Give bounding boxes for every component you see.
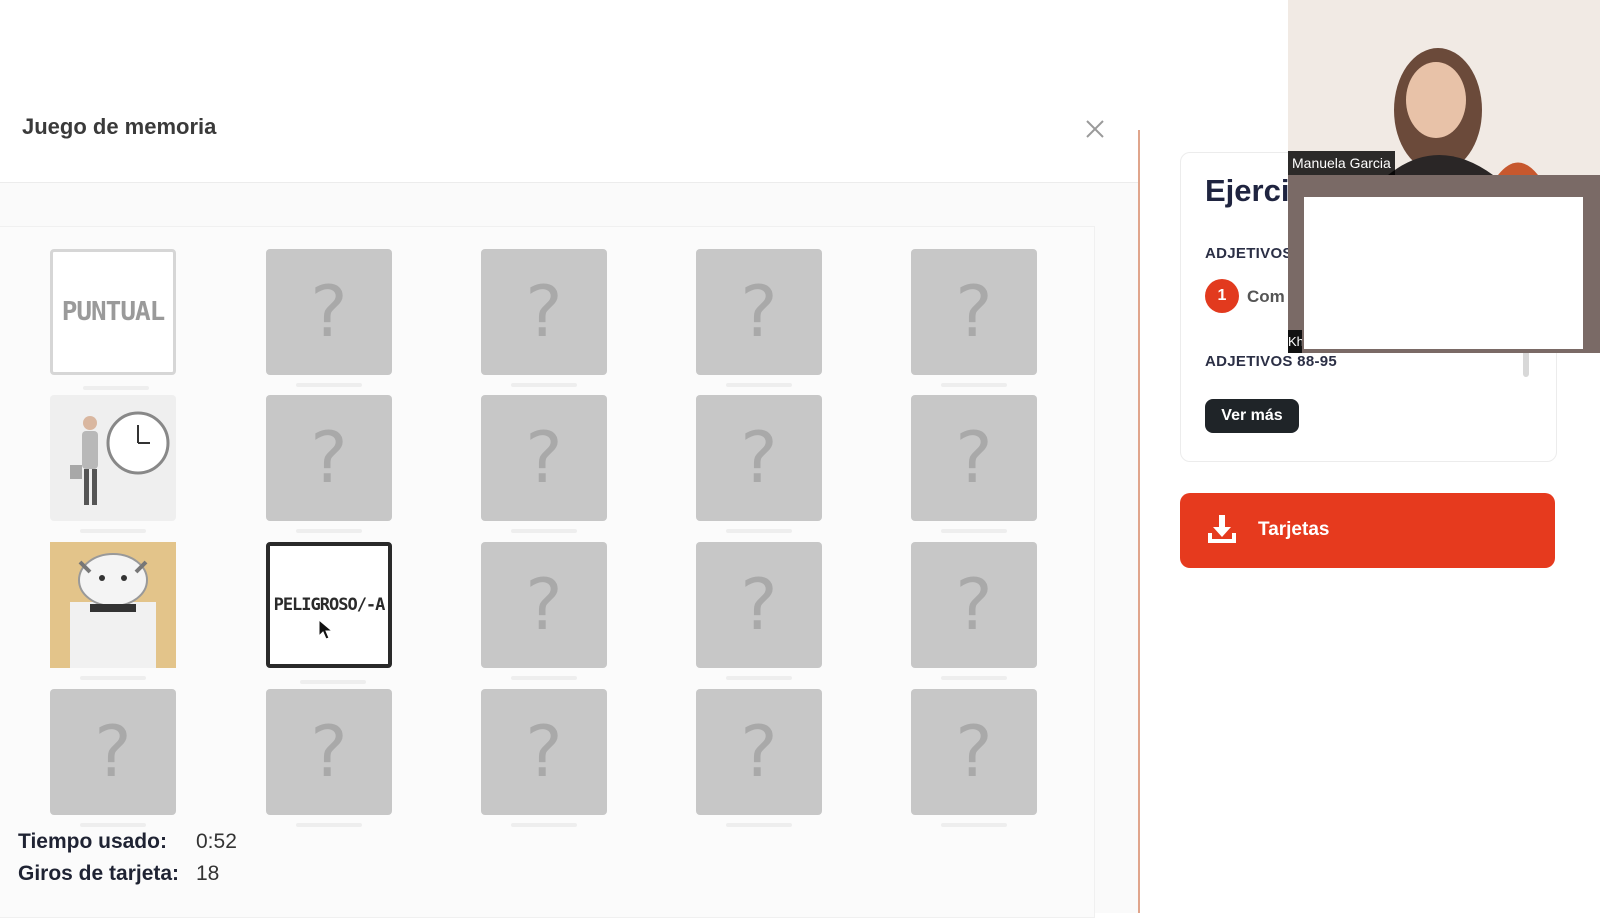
tarjetas-download-button[interactable]: Tarjetas <box>1180 493 1555 568</box>
memory-card-image[interactable] <box>50 542 176 680</box>
memory-card-hidden[interactable]: ? <box>911 249 1037 387</box>
section-adjetivos-88-95[interactable]: ADJETIVOS 88-95 <box>1205 353 1337 370</box>
memory-card-hidden[interactable]: ? <box>696 249 822 387</box>
memory-card-hidden[interactable]: ? <box>481 689 607 827</box>
card-shadow <box>511 383 577 387</box>
card-shadow <box>726 529 792 533</box>
angry-bulldog-illustration <box>50 542 176 668</box>
question-mark: ? <box>740 271 778 353</box>
question-mark: ? <box>94 711 132 793</box>
card-flips-label: Giros de tarjeta: <box>18 862 180 885</box>
question-mark: ? <box>310 711 348 793</box>
question-mark: ? <box>525 564 563 646</box>
step-label[interactable]: Com <box>1247 287 1285 307</box>
card-shadow <box>300 680 366 684</box>
memory-card-hidden[interactable]: ? <box>696 395 822 533</box>
download-icon <box>1204 511 1240 547</box>
question-mark: ? <box>740 564 778 646</box>
participant-name-1: Manuela Garcia <box>1288 151 1395 175</box>
card-flips-value: 18 <box>196 862 220 885</box>
tarjetas-label: Tarjetas <box>1258 519 1330 540</box>
memory-card-hidden[interactable]: ? <box>266 689 392 827</box>
card-shadow <box>511 529 577 533</box>
question-mark: ? <box>525 711 563 793</box>
card-shadow <box>80 823 146 827</box>
card-shadow <box>726 383 792 387</box>
modal-title: Juego de memoria <box>22 114 217 139</box>
question-mark: ? <box>310 417 348 499</box>
mouse-cursor-icon <box>318 618 334 646</box>
time-used-value: 0:52 <box>196 830 237 853</box>
card-shadow <box>80 529 146 533</box>
card-shadow <box>726 676 792 680</box>
memory-card-word-text: PUNTUAL <box>61 297 166 327</box>
question-mark: ? <box>955 711 993 793</box>
time-used-row: Tiempo usado: 0:52 <box>18 830 237 862</box>
question-mark: ? <box>525 271 563 353</box>
memory-card-hidden[interactable]: ? <box>481 542 607 680</box>
participant-video-1[interactable]: Manuela Garcia <box>1288 0 1600 175</box>
question-mark: ? <box>525 417 563 499</box>
card-shadow <box>511 676 577 680</box>
card-shadow <box>83 386 149 390</box>
card-shadow <box>511 823 577 827</box>
exercise-title: Ejerci <box>1205 173 1290 208</box>
question-mark: ? <box>955 564 993 646</box>
participant-video-2-screen <box>1304 197 1583 349</box>
card-shadow <box>296 383 362 387</box>
time-used-label: Tiempo usado: <box>18 830 167 853</box>
card-flips-row: Giros de tarjeta: 18 <box>18 862 237 894</box>
memory-card-hidden[interactable]: ? <box>911 689 1037 827</box>
card-shadow <box>941 383 1007 387</box>
memory-card-word[interactable]: PUNTUAL <box>50 249 176 390</box>
card-shadow <box>941 676 1007 680</box>
question-mark: ? <box>740 711 778 793</box>
card-shadow <box>296 529 362 533</box>
memory-board: PUNTUAL???????? PELIGROSO/-A???????? <box>0 226 1095 918</box>
card-shadow <box>296 823 362 827</box>
memory-card-hidden[interactable]: ? <box>481 249 607 387</box>
participant-video-2[interactable]: Kh <box>1288 175 1600 353</box>
modal-header: Juego de memoria <box>0 114 1138 183</box>
card-shadow <box>941 529 1007 533</box>
question-mark: ? <box>740 417 778 499</box>
memory-card-hidden[interactable]: ? <box>266 395 392 533</box>
participant-avatar-illustration <box>1288 0 1600 175</box>
memory-card-image[interactable] <box>50 395 176 533</box>
participant-name-2: Kh <box>1288 330 1302 353</box>
memory-card-hidden[interactable]: ? <box>696 542 822 680</box>
step-number-badge: 1 <box>1205 279 1239 313</box>
memory-card-hidden[interactable]: ? <box>696 689 822 827</box>
memory-card-hidden[interactable]: ? <box>266 249 392 387</box>
memory-card-hidden[interactable]: ? <box>911 395 1037 533</box>
card-shadow <box>941 823 1007 827</box>
card-shadow <box>80 676 146 680</box>
person-clock-illustration <box>70 411 170 505</box>
close-icon[interactable] <box>1082 116 1108 149</box>
card-shadow <box>726 823 792 827</box>
question-mark: ? <box>310 271 348 353</box>
top-blank-area <box>0 0 1288 132</box>
memory-card-hidden[interactable]: ? <box>911 542 1037 680</box>
question-mark: ? <box>955 417 993 499</box>
memory-card-word-text: PELIGROSO/-A <box>273 595 386 615</box>
memory-card-hidden[interactable]: ? <box>50 689 176 827</box>
memory-card-word[interactable]: PELIGROSO/-A <box>266 542 392 684</box>
memory-game-modal: Juego de memoria PUNTUAL???????? PELIGROS… <box>0 114 1140 918</box>
memory-card-hidden[interactable]: ? <box>481 395 607 533</box>
game-stats: Tiempo usado: 0:52 Giros de tarjeta: 18 <box>18 830 237 894</box>
question-mark: ? <box>955 271 993 353</box>
section-adjetivos[interactable]: ADJETIVOS <box>1205 245 1293 262</box>
ver-mas-button[interactable]: Ver más <box>1205 399 1299 433</box>
